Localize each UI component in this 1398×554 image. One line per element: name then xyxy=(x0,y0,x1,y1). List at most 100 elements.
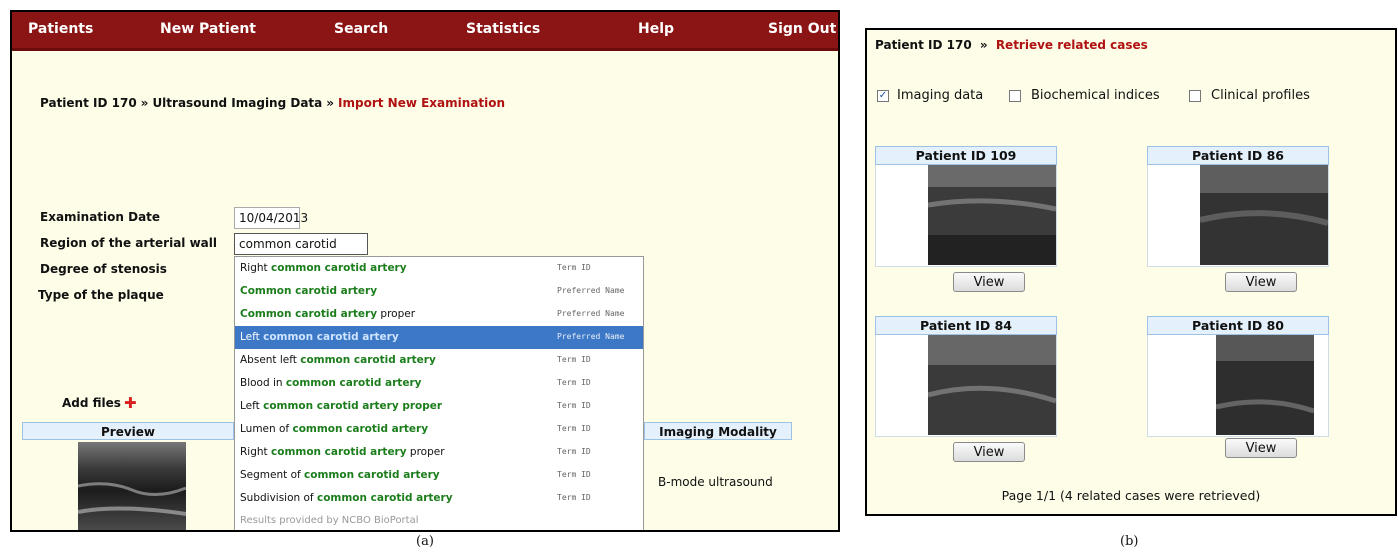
case-image-frame xyxy=(1147,165,1329,267)
option-term-match: common carotid artery xyxy=(292,423,429,435)
option-type: Term ID xyxy=(557,447,591,456)
breadcrumb-patient[interactable]: Patient ID 170 xyxy=(875,38,972,52)
case-ultrasound-image xyxy=(1200,165,1328,265)
option-term: Common carotid artery proper xyxy=(240,308,415,320)
breadcrumb-section[interactable]: Ultrasound Imaging Data xyxy=(152,96,322,110)
case-title: Patient ID 109 xyxy=(875,146,1057,165)
case-image-frame xyxy=(875,165,1057,267)
stenosis-label: Degree of stenosis xyxy=(40,262,167,276)
option-term: Left common carotid artery xyxy=(240,331,399,343)
option-type: Term ID xyxy=(557,470,591,479)
ultrasound-preview-image xyxy=(78,442,186,530)
new-examination-panel: Patients New Patient Search Statistics H… xyxy=(10,10,840,532)
nav-statistics[interactable]: Statistics xyxy=(466,21,540,37)
breadcrumb: Patient ID 170» Ultrasound Imaging Data» I… xyxy=(40,96,505,110)
exam-date-input[interactable]: 10/04/2013 xyxy=(234,207,308,229)
option-term: Common carotid artery xyxy=(240,285,377,297)
preview-column-header: Preview xyxy=(22,422,234,440)
option-type: Term ID xyxy=(557,378,591,387)
option-term-match: common carotid artery xyxy=(300,354,436,366)
autocomplete-option[interactable]: Common carotid artery Preferred Name xyxy=(235,280,643,303)
option-term: Subdivision of common carotid artery xyxy=(240,492,453,504)
autocomplete-option[interactable]: Segment of common carotid artery Term ID xyxy=(235,464,643,487)
option-term-prefix: Right xyxy=(240,446,271,458)
autocomplete-option[interactable]: Right common carotid artery proper Term I… xyxy=(235,441,643,464)
pagination-info: Page 1/1 (4 related cases were retrieved… xyxy=(1001,488,1261,503)
autocomplete-option[interactable]: Common carotid artery proper Preferred Na… xyxy=(235,303,643,326)
option-term: Blood in common carotid artery xyxy=(240,377,421,389)
option-type: Preferred Name xyxy=(557,309,625,318)
case-title: Patient ID 86 xyxy=(1147,146,1329,165)
option-term-suffix: proper xyxy=(406,446,445,458)
nav-sign-out[interactable]: Sign Out xyxy=(768,21,836,37)
autocomplete-option[interactable]: Left common carotid artery proper Term ID xyxy=(235,395,643,418)
add-files-plus-icon[interactable]: ✚ xyxy=(124,394,137,412)
option-term: Right common carotid artery proper xyxy=(240,446,445,458)
imaging-data-checkbox[interactable]: ✓ xyxy=(877,90,889,102)
imaging-data-label: Imaging data xyxy=(897,88,984,103)
option-term-prefix: Left xyxy=(240,331,264,343)
add-files-label: Add files xyxy=(62,396,121,410)
region-input[interactable]: common carotid artery xyxy=(234,233,368,271)
related-cases-panel: Patient ID 170 » Retrieve related cases … xyxy=(865,28,1397,516)
option-term-match: common carotid artery xyxy=(271,262,407,274)
modality-value: B-mode ultrasound xyxy=(658,475,773,489)
option-term-match: common carotid artery proper xyxy=(263,400,443,412)
breadcrumb-separator: » xyxy=(140,96,149,110)
case-title: Patient ID 80 xyxy=(1147,316,1329,335)
caption-b: (b) xyxy=(1120,534,1139,549)
option-term-match: Common carotid artery xyxy=(240,308,378,320)
view-case-button[interactable]: View xyxy=(1225,272,1297,292)
option-term-match: common carotid artery xyxy=(263,331,399,343)
breadcrumb: Patient ID 170 » Retrieve related cases xyxy=(875,38,1148,52)
nav-help[interactable]: Help xyxy=(638,21,674,37)
option-type: Preferred Name xyxy=(557,286,625,295)
autocomplete-option[interactable]: Left common carotid artery Preferred Name xyxy=(235,326,643,349)
autocomplete-option[interactable]: Absent left common carotid artery Term ID xyxy=(235,349,643,372)
option-term-match: common carotid artery xyxy=(271,446,407,458)
nav-patients[interactable]: Patients xyxy=(28,21,93,37)
option-term: Segment of common carotid artery xyxy=(240,469,440,481)
view-case-button[interactable]: View xyxy=(1225,438,1297,458)
option-term-prefix: Absent left xyxy=(240,354,301,366)
option-type: Term ID xyxy=(557,263,591,272)
case-ultrasound-image xyxy=(928,165,1056,265)
option-term-suffix: proper xyxy=(377,308,416,320)
autocomplete-option[interactable]: Lumen of common carotid artery Term ID xyxy=(235,418,643,441)
view-case-button[interactable]: View xyxy=(953,272,1025,292)
breadcrumb-separator: » xyxy=(979,38,988,52)
breadcrumb-current: Import New Examination xyxy=(338,96,506,110)
autocomplete-dropdown: Right common carotid artery Term ID Common… xyxy=(234,256,644,530)
option-term-prefix: Blood in xyxy=(240,377,286,389)
nav-new-patient[interactable]: New Patient xyxy=(160,21,256,37)
region-label: Region of the arterial wall xyxy=(40,236,218,250)
option-term-match: common carotid artery xyxy=(285,377,422,389)
option-term-prefix: Left xyxy=(240,400,264,412)
option-type: Term ID xyxy=(557,355,591,364)
case-ultrasound-image xyxy=(1216,335,1314,435)
biochemical-indices-label: Biochemical indices xyxy=(1031,88,1160,103)
option-term: Lumen of common carotid artery xyxy=(240,423,428,435)
autocomplete-footer: Results provided by NCBO BioPortal xyxy=(240,515,419,526)
case-title: Patient ID 84 xyxy=(875,316,1057,335)
breadcrumb-patient[interactable]: Patient ID 170 xyxy=(40,96,137,110)
view-case-button[interactable]: View xyxy=(953,442,1025,462)
breadcrumb-separator: » xyxy=(326,96,335,110)
case-image-frame xyxy=(875,335,1057,437)
option-term: Right common carotid artery xyxy=(240,262,407,274)
biochemical-indices-checkbox[interactable] xyxy=(1009,90,1021,102)
plaque-label: Type of the plaque xyxy=(38,288,164,302)
autocomplete-option[interactable]: Blood in common carotid artery Term ID xyxy=(235,372,643,395)
nav-search[interactable]: Search xyxy=(334,21,388,37)
case-ultrasound-image xyxy=(928,335,1056,435)
autocomplete-option[interactable]: Right common carotid artery Term ID xyxy=(235,257,643,280)
option-type: Term ID xyxy=(557,493,591,502)
option-term: Absent left common carotid artery xyxy=(240,354,436,366)
option-term-prefix: Right xyxy=(240,262,271,274)
option-term-prefix: Subdivision of xyxy=(240,492,317,504)
caption-a: (a) xyxy=(416,534,434,549)
option-type: Term ID xyxy=(557,424,591,433)
exam-date-label: Examination Date xyxy=(40,210,161,224)
clinical-profiles-checkbox[interactable] xyxy=(1189,90,1201,102)
autocomplete-option[interactable]: Subdivision of common carotid artery Term… xyxy=(235,487,643,510)
